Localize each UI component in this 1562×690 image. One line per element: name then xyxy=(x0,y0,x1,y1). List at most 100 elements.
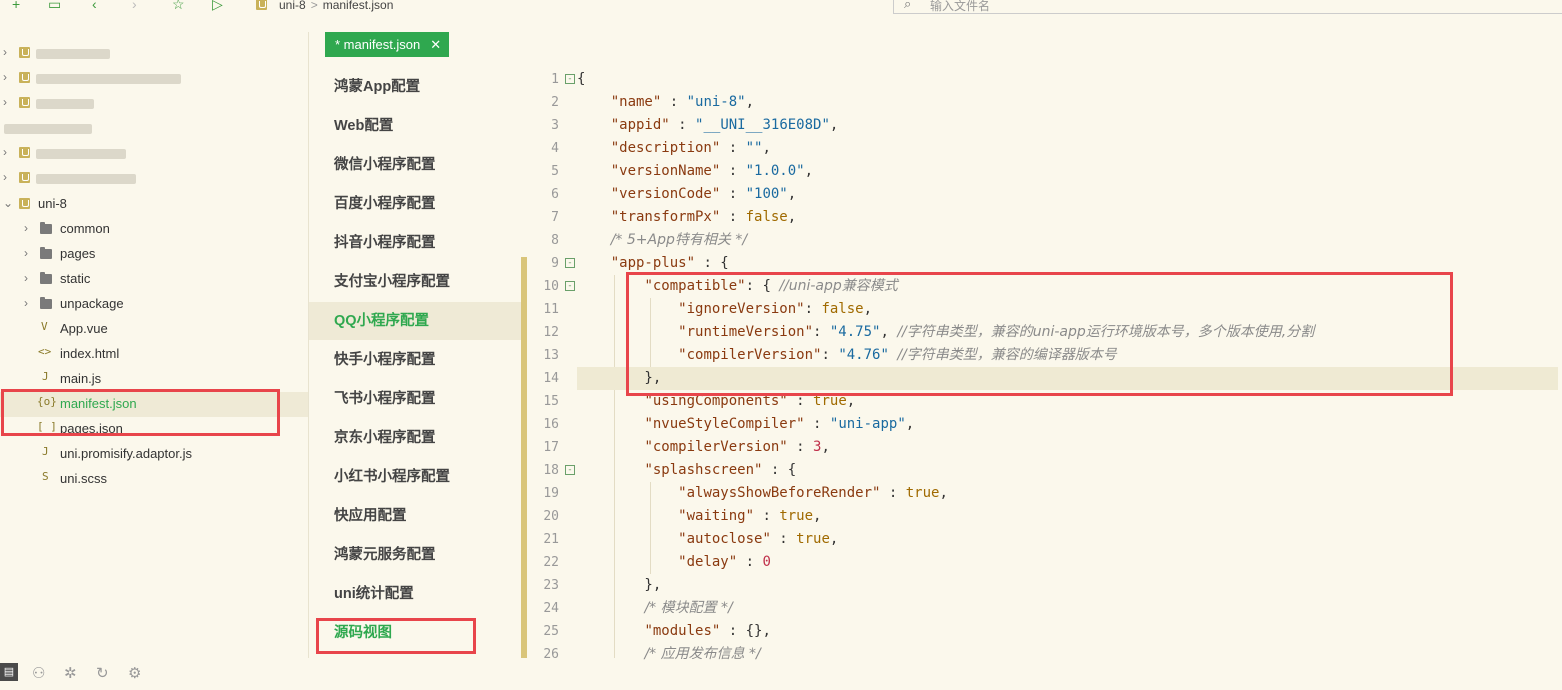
code-line[interactable]: 18- "splashscreen" : { xyxy=(528,459,1562,482)
code-line[interactable]: 17 "compilerVersion" : 3, xyxy=(528,436,1562,459)
menu-item-baidu[interactable]: 百度小程序配置 xyxy=(309,185,521,223)
blurred-project-row[interactable]: › xyxy=(0,166,308,191)
file-label: uni.promisify.adaptor.js xyxy=(60,446,192,461)
code-text: "appid" : "__UNI__316E08D", xyxy=(610,117,839,133)
tab-manifest-json[interactable]: * manifest.json ✕ xyxy=(325,32,450,57)
fold-toggle-icon[interactable]: - xyxy=(565,74,575,84)
code-line[interactable]: 24 /* 模块配置 */ xyxy=(528,597,1562,620)
fold-toggle-icon[interactable]: - xyxy=(565,465,575,475)
refresh-icon[interactable]: ↻ xyxy=(96,664,109,682)
line-number: 21 xyxy=(543,532,559,547)
code-line[interactable]: 2 "name" : "uni-8", xyxy=(528,91,1562,114)
blurred-project-row[interactable]: › xyxy=(0,141,308,166)
breadcrumb-project[interactable]: uni-8 xyxy=(279,0,306,12)
blurred-label xyxy=(36,49,110,59)
code-line[interactable]: 16 "nvueStyleCompiler" : "uni-app", xyxy=(528,413,1562,436)
new-file-icon[interactable]: + xyxy=(12,0,20,11)
menu-item-uni-stat[interactable]: uni统计配置 xyxy=(309,575,521,613)
file-label: uni.scss xyxy=(60,471,107,486)
back-icon[interactable]: ‹ xyxy=(92,0,97,11)
code-text: "splashscreen" : { xyxy=(644,462,797,478)
settings-icon[interactable]: ⚙ xyxy=(128,664,141,682)
line-number: 11 xyxy=(543,302,559,317)
code-line[interactable]: 19 "alwaysShowBeforeRender" : true, xyxy=(528,482,1562,505)
project-icon xyxy=(256,0,267,10)
project-explorer: › › › › › ⌄ uni-8 › common › pages › sta… xyxy=(0,32,309,682)
run-icon[interactable]: ▷ xyxy=(212,0,223,11)
code-line[interactable]: 8 /* 5+App特有相关 */ xyxy=(528,229,1562,252)
line-number: 4 xyxy=(551,141,559,156)
menu-item-harmony-service[interactable]: 鸿蒙元服务配置 xyxy=(309,536,521,574)
menu-item-harmony-app[interactable]: 鸿蒙App配置 xyxy=(309,68,521,106)
line-number: 10 xyxy=(543,279,559,294)
file-index-html[interactable]: <> index.html xyxy=(0,342,308,367)
code-line[interactable]: 1-{ xyxy=(528,68,1562,91)
code-line[interactable]: 6 "versionCode" : "100", xyxy=(528,183,1562,206)
blurred-project-row[interactable]: › xyxy=(0,91,308,116)
line-number: 9 xyxy=(551,256,559,271)
save-icon[interactable]: ▭ xyxy=(48,0,61,11)
code-line[interactable]: 26 /* 应用发布信息 */ xyxy=(528,643,1562,666)
code-line[interactable]: 22 "delay" : 0 xyxy=(528,551,1562,574)
menu-scrollbar[interactable] xyxy=(521,257,527,658)
blurred-project-row[interactable] xyxy=(0,116,308,141)
project-icon xyxy=(19,198,30,209)
star-icon[interactable]: ☆ xyxy=(172,0,185,11)
code-text: "name" : "uni-8", xyxy=(610,94,755,110)
search-icon: ⌕ xyxy=(904,0,912,11)
fold-toggle-icon[interactable]: - xyxy=(565,281,575,291)
annotation-box-compatible xyxy=(626,272,1453,396)
code-line[interactable]: 3 "appid" : "__UNI__316E08D", xyxy=(528,114,1562,137)
explorer-view-icon[interactable]: ▤ xyxy=(0,663,18,681)
code-line[interactable]: 23 }, xyxy=(528,574,1562,597)
menu-item-xiaohongshu[interactable]: 小红书小程序配置 xyxy=(309,458,521,496)
blurred-project-row[interactable]: › xyxy=(0,66,308,91)
chevron-right-icon: › xyxy=(24,246,28,260)
folder-pages[interactable]: › pages xyxy=(0,242,308,267)
blurred-project-row[interactable]: › xyxy=(0,41,308,66)
file-app-vue[interactable]: V App.vue xyxy=(0,317,308,342)
line-number: 16 xyxy=(543,417,559,432)
code-line[interactable]: 7 "transformPx" : false, xyxy=(528,206,1562,229)
chevron-right-icon: › xyxy=(3,95,7,109)
code-line[interactable]: 25 "modules" : {}, xyxy=(528,620,1562,643)
folder-icon xyxy=(40,247,52,259)
line-number: 13 xyxy=(543,348,559,363)
line-number: 23 xyxy=(543,578,559,593)
menu-item-kuaishou[interactable]: 快手小程序配置 xyxy=(309,341,521,379)
code-line[interactable]: 21 "autoclose" : true, xyxy=(528,528,1562,551)
project-uni-8[interactable]: ⌄ uni-8 xyxy=(0,192,308,217)
code-line[interactable]: 5 "versionName" : "1.0.0", xyxy=(528,160,1562,183)
chevron-right-icon: › xyxy=(24,271,28,285)
file-uni-promisify-adaptor-js[interactable]: J uni.promisify.adaptor.js xyxy=(0,442,308,467)
menu-item-feishu[interactable]: 飞书小程序配置 xyxy=(309,380,521,418)
debug-icon[interactable]: ✲ xyxy=(64,664,77,682)
menu-item-alipay[interactable]: 支付宝小程序配置 xyxy=(309,263,521,301)
folder-static[interactable]: › static xyxy=(0,267,308,292)
line-number: 25 xyxy=(543,624,559,639)
folder-unpackage[interactable]: › unpackage xyxy=(0,292,308,317)
line-number: 3 xyxy=(551,118,559,133)
close-icon[interactable]: ✕ xyxy=(430,37,441,52)
plugin-icon[interactable]: ⚇ xyxy=(32,664,45,682)
forward-icon[interactable]: › xyxy=(132,0,137,11)
search-file-input[interactable]: ⌕ 输入文件名 xyxy=(893,0,1562,14)
code-line[interactable]: 4 "description" : "", xyxy=(528,137,1562,160)
code-line[interactable]: 20 "waiting" : true, xyxy=(528,505,1562,528)
chevron-right-icon: › xyxy=(3,45,7,59)
menu-item-douyin[interactable]: 抖音小程序配置 xyxy=(309,224,521,262)
fold-toggle-icon[interactable]: - xyxy=(565,258,575,268)
folder-common[interactable]: › common xyxy=(0,217,308,242)
file-uni-scss[interactable]: S uni.scss xyxy=(0,467,308,492)
breadcrumb-file[interactable]: manifest.json xyxy=(323,0,394,12)
annotation-box-source-view xyxy=(316,618,476,654)
menu-item-qq[interactable]: QQ小程序配置 xyxy=(309,302,521,340)
file-label: main.js xyxy=(60,371,102,386)
top-toolbar: + ▭ ‹ › ☆ ▷ uni-8 > manifest.json ⌕ 输入文件名 xyxy=(0,0,1562,14)
menu-item-quickapp[interactable]: 快应用配置 xyxy=(309,497,521,535)
html-file-icon: <> xyxy=(38,345,52,358)
menu-item-web[interactable]: Web配置 xyxy=(309,107,521,145)
menu-item-jd[interactable]: 京东小程序配置 xyxy=(309,419,521,457)
code-text: /* 5+App特有相关 */ xyxy=(610,232,748,248)
menu-item-weixin[interactable]: 微信小程序配置 xyxy=(309,146,521,184)
